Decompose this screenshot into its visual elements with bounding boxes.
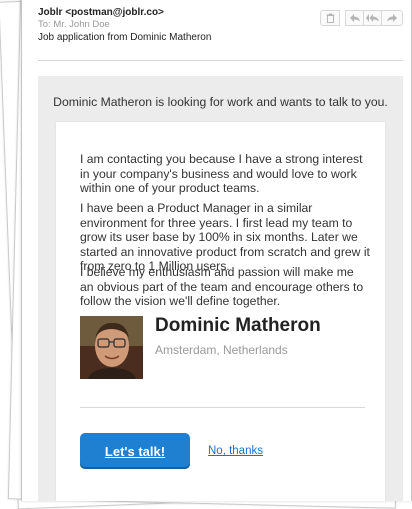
message-paragraph: I have been a Product Manager in a simil… (80, 201, 370, 274)
reply-button[interactable] (345, 10, 364, 26)
card-divider (80, 407, 365, 408)
email-subject: Job application from Dominic Matheron (38, 32, 212, 43)
message-panel: Dominic Matheron is looking for work and… (38, 76, 403, 501)
avatar (80, 316, 143, 379)
email-header: Joblr <postman@joblr.co> To: Mr. John Do… (38, 6, 328, 45)
sender-address: Joblr <postman@joblr.co> (38, 7, 164, 18)
no-thanks-link[interactable]: No, thanks (208, 445, 263, 457)
header-divider (38, 60, 403, 61)
intro-text: Dominic Matheron is looking for work and… (53, 95, 388, 109)
profile-name: Dominic Matheron (155, 315, 321, 336)
recipient-row: To: Mr. John Doe (38, 19, 328, 31)
message-card: I am contacting you because I have a str… (56, 122, 385, 501)
trash-icon (326, 13, 334, 23)
recipient-name: Mr. John Doe (53, 19, 110, 30)
message-paragraph: I believe my enthusiasm and passion will… (80, 265, 364, 309)
delete-button[interactable] (320, 10, 340, 26)
reply-all-icon (366, 14, 379, 22)
forward-button[interactable] (381, 10, 403, 26)
profile-location: Amsterdam, Netherlands (155, 343, 288, 357)
recipient-label: To: (38, 19, 51, 30)
reply-icon (349, 14, 360, 22)
email-window: Joblr <postman@joblr.co> To: Mr. John Do… (21, 0, 412, 501)
reply-all-button[interactable] (363, 10, 382, 26)
message-paragraph: I am contacting you because I have a str… (80, 152, 363, 196)
email-toolbar (320, 10, 403, 26)
lets-talk-button[interactable]: Let's talk! (80, 433, 190, 469)
forward-icon (387, 14, 397, 22)
